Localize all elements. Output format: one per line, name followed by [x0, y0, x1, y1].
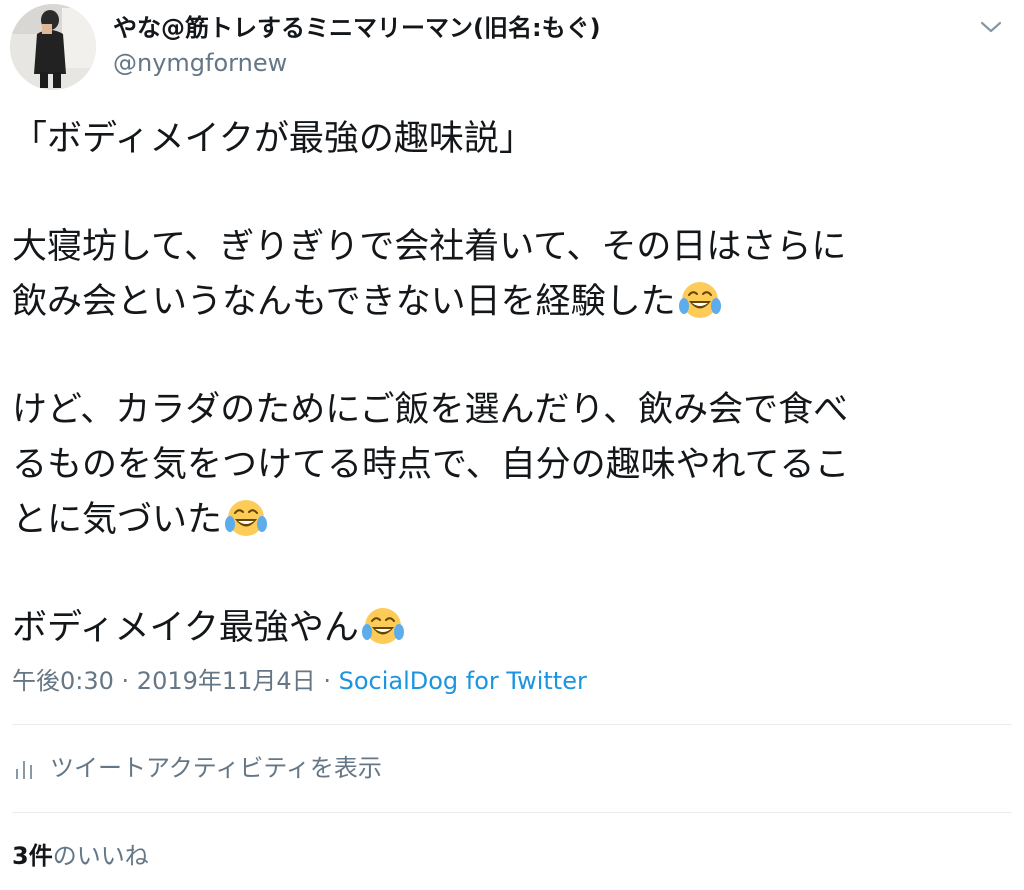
face-with-tears-of-joy-icon	[225, 500, 268, 536]
tweet-line: 大寝坊して、ぎりぎりで会社着いて、その日はさらに	[12, 220, 1012, 275]
tweet-time[interactable]: 午後0:30	[12, 667, 114, 695]
divider	[12, 724, 1012, 725]
tweet-header: やな@筋トレするミニマリーマン(旧名:もぐ) @nymgfornew	[10, 4, 1014, 94]
activity-label: ツイートアクティビティを表示	[50, 754, 382, 782]
meta-separator: ·	[315, 667, 339, 695]
chevron-down-icon[interactable]	[978, 14, 1004, 40]
tweet-detail: やな@筋トレするミニマリーマン(旧名:もぐ) @nymgfornew 「ボディメ…	[0, 0, 1024, 890]
tweet-line: とに気づいた	[12, 493, 1012, 548]
likes-link[interactable]: 3件のいいね	[12, 840, 149, 872]
tweet-line: ボディメイク最強やん	[12, 601, 1012, 656]
tweet-line: けど、カラダのためにご飯を選んだり、飲み会で食べ	[12, 383, 1012, 438]
tweet-line-text: けど、カラダのためにご飯を選んだり、飲み会で食べ	[12, 390, 849, 430]
divider	[12, 812, 1012, 813]
tweet-line: るものを気をつけてる時点で、自分の趣味やれてるこ	[12, 438, 1012, 493]
tweet-line-text: 「ボディメイクが最強の趣味説」	[12, 119, 534, 159]
tweet-paragraph: 大寝坊して、ぎりぎりで会社着いて、その日はさらに 飲み会というなんもできない日を経…	[12, 220, 1012, 330]
avatar-photo-icon	[10, 4, 96, 90]
tweet-line-text: るものを気をつけてる時点で、自分の趣味やれてるこ	[12, 445, 850, 485]
user-handle[interactable]: @nymgfornew	[113, 47, 601, 79]
tweet-line: 飲み会というなんもできない日を経験した	[12, 275, 1012, 330]
tweet-line-text: 大寝坊して、ぎりぎりで会社着いて、その日はさらに	[12, 227, 847, 267]
tweet-source-link[interactable]: SocialDog for Twitter	[339, 667, 587, 695]
tweet-line-text: 飲み会というなんもできない日を経験した	[12, 282, 676, 322]
face-with-tears-of-joy-icon	[361, 608, 404, 644]
tweet-paragraph: 「ボディメイクが最強の趣味説」	[12, 112, 1012, 167]
tweet-date[interactable]: 2019年11月4日	[137, 667, 316, 695]
avatar[interactable]	[10, 4, 96, 90]
tweet-line-text: とに気づいた	[12, 500, 223, 540]
likes-label: のいいね	[52, 842, 149, 870]
tweet-activity-link[interactable]: ツイートアクティビティを表示	[12, 752, 382, 784]
bar-chart-icon	[16, 761, 32, 779]
likes-count: 3件	[12, 842, 53, 870]
display-name[interactable]: やな@筋トレするミニマリーマン(旧名:もぐ)	[113, 12, 601, 44]
tweet-line: 「ボディメイクが最強の趣味説」	[12, 112, 1012, 167]
face-with-tears-of-joy-icon	[678, 282, 721, 318]
user-names: やな@筋トレするミニマリーマン(旧名:もぐ) @nymgfornew	[113, 12, 601, 79]
tweet-line-text: ボディメイク最強やん	[12, 608, 359, 648]
tweet-text: 「ボディメイクが最強の趣味説」大寝坊して、ぎりぎりで会社着いて、その日はさらに飲…	[12, 112, 1012, 656]
tweet-paragraph: ボディメイク最強やん	[12, 601, 1012, 656]
tweet-paragraph: けど、カラダのためにご飯を選んだり、飲み会で食べ るものを気をつけてる時点で、自分…	[12, 383, 1012, 548]
meta-separator: ·	[113, 667, 137, 695]
tweet-meta: 午後0:30 · 2019年11月4日 · SocialDog for Twit…	[12, 665, 587, 697]
